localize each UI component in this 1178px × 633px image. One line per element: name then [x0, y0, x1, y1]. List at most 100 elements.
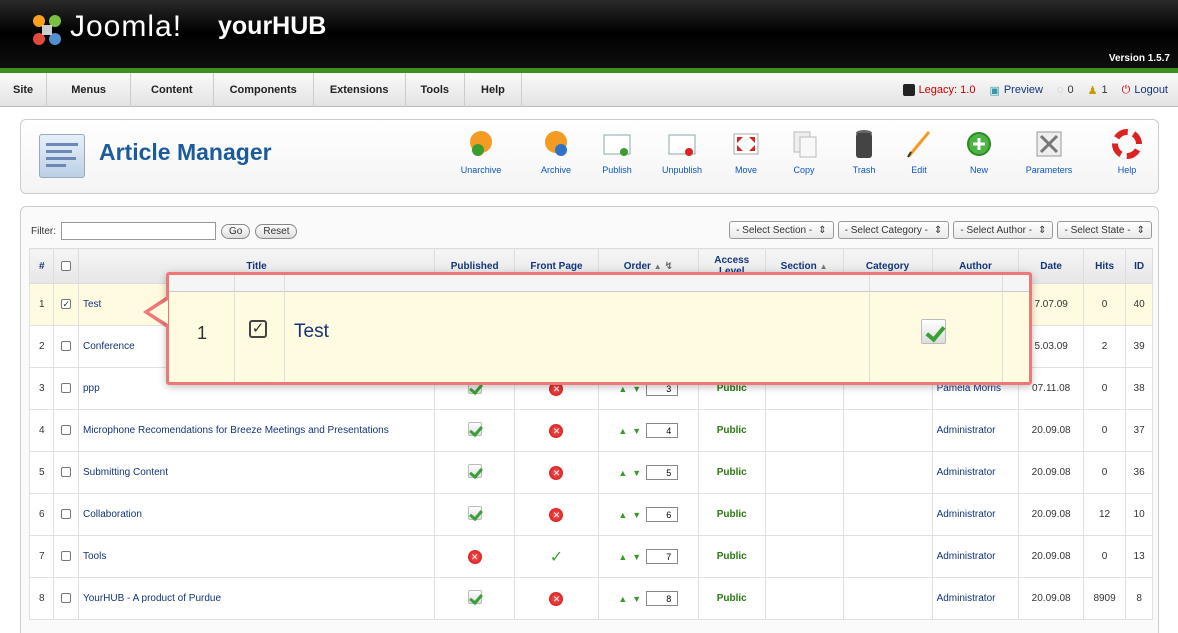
row-checkbox[interactable]	[61, 593, 72, 604]
author-link[interactable]: Administrator	[931, 577, 1020, 620]
access-link[interactable]: Public	[697, 451, 766, 494]
move-down-icon[interactable]: ▼	[632, 510, 641, 520]
menu-tools[interactable]: Tools	[406, 72, 466, 107]
published-icon[interactable]	[467, 590, 482, 604]
order-input[interactable]	[646, 423, 679, 438]
unpublished-icon[interactable]: ✕	[549, 465, 564, 480]
article-title-link[interactable]: Submitting Content	[77, 451, 436, 494]
menu-site[interactable]: Site	[0, 72, 48, 107]
menu-content[interactable]: Content	[131, 72, 214, 107]
unpublished-icon[interactable]: ✕	[549, 507, 564, 522]
author-link[interactable]: Administrator	[931, 409, 1020, 452]
filter-bar: Filter: Go Reset	[31, 221, 298, 241]
access-link[interactable]: Public	[697, 493, 766, 536]
col-hits[interactable]: Hits	[1082, 248, 1127, 284]
author-link[interactable]: Administrator	[931, 493, 1020, 536]
move-up-icon[interactable]: ▲	[618, 594, 627, 604]
unpublished-icon[interactable]: ✕	[549, 591, 564, 606]
published-icon[interactable]	[467, 464, 482, 478]
article-manager-icon	[39, 134, 85, 178]
trash-button[interactable]: Trash	[836, 128, 892, 175]
article-title-link[interactable]: Tools	[77, 535, 436, 578]
unpublish-icon	[666, 128, 698, 160]
author-link[interactable]: Administrator	[931, 535, 1020, 578]
table-row: 8 YourHUB - A product of Purdue ✕ ▲▼ Pub…	[28, 577, 1153, 620]
version-label: Version 1.5.7	[1108, 53, 1170, 64]
move-up-icon[interactable]: ▲	[618, 552, 627, 562]
menu-menus[interactable]: Menus	[47, 72, 132, 107]
move-down-icon[interactable]: ▼	[632, 468, 641, 478]
row-checkbox[interactable]	[61, 551, 72, 562]
filter-input[interactable]	[61, 222, 216, 240]
select-category[interactable]: - Select Category - ⇕	[837, 221, 950, 239]
move-down-icon[interactable]: ▼	[632, 552, 641, 562]
new-icon	[963, 128, 995, 160]
row-checkbox[interactable]	[61, 509, 72, 520]
author-link[interactable]: Administrator	[931, 451, 1020, 494]
article-title-link[interactable]: Collaboration	[77, 493, 436, 536]
save-order-icon[interactable]: ↯	[664, 261, 672, 272]
messages-count[interactable]: ◌ 0	[1057, 84, 1074, 96]
move-button[interactable]: Move	[718, 128, 774, 175]
archive-icon	[540, 128, 572, 160]
access-link[interactable]: Public	[697, 409, 766, 452]
access-link[interactable]: Public	[697, 535, 766, 578]
copy-button[interactable]: Copy	[776, 128, 832, 175]
menu-help[interactable]: Help	[465, 72, 522, 107]
publish-button[interactable]: Publish	[589, 128, 645, 175]
page-title: Article Manager	[99, 139, 272, 165]
users-count[interactable]: ♟ 1	[1088, 84, 1108, 97]
order-input[interactable]	[646, 549, 679, 564]
preview-icon: ▣	[989, 84, 1000, 97]
menu-components[interactable]: Components	[214, 72, 314, 107]
move-down-icon[interactable]: ▼	[632, 384, 641, 394]
legacy-icon	[902, 84, 915, 96]
new-button[interactable]: New	[951, 128, 1007, 175]
row-checkbox[interactable]: ✓	[61, 299, 72, 310]
row-checkbox[interactable]	[61, 425, 72, 436]
preview-link[interactable]: ▣ Preview	[989, 84, 1043, 97]
move-down-icon[interactable]: ▼	[632, 426, 641, 436]
order-input[interactable]	[646, 591, 679, 606]
access-link[interactable]: Public	[697, 577, 766, 620]
sort-asc-icon: ▲	[653, 261, 662, 271]
select-state[interactable]: - Select State - ⇕	[1057, 221, 1152, 239]
filter-selects: - Select Section - ⇕ - Select Category - ⇕…	[729, 221, 1152, 239]
frontpage-tick-icon[interactable]: ✓	[550, 549, 563, 566]
logout-link[interactable]: ⏻ Logout	[1122, 84, 1168, 97]
parameters-button[interactable]: Parameters	[1021, 128, 1077, 175]
unpublished-icon[interactable]: ✕	[549, 423, 564, 438]
zoom-article-title: Test	[294, 321, 329, 342]
unpublished-icon[interactable]: ✕	[467, 549, 482, 564]
order-input[interactable]	[646, 507, 679, 522]
go-button[interactable]: Go	[221, 223, 251, 239]
article-title-link[interactable]: YourHUB - A product of Purdue	[77, 577, 436, 620]
col-checkall[interactable]	[53, 248, 79, 284]
row-checkbox[interactable]	[61, 383, 72, 394]
col-id[interactable]: ID	[1125, 248, 1153, 284]
status-bar: Legacy: 1.0 ▣ Preview ◌ 0 ♟ 1 ⏻ Logout	[902, 73, 1178, 107]
published-icon[interactable]	[467, 422, 482, 436]
archive-button[interactable]: Archive	[528, 128, 584, 175]
move-up-icon[interactable]: ▲	[618, 468, 627, 478]
article-title-link[interactable]: Microphone Recomendations for Breeze Mee…	[77, 409, 436, 452]
help-button[interactable]: Help	[1099, 128, 1155, 175]
sort-asc-icon: ▲	[819, 261, 828, 271]
move-up-icon[interactable]: ▲	[618, 426, 627, 436]
unarchive-button[interactable]: Unarchive	[453, 128, 509, 175]
reset-button[interactable]: Reset	[255, 223, 298, 239]
move-up-icon[interactable]: ▲	[618, 384, 627, 394]
unpublish-button[interactable]: Unpublish	[654, 128, 710, 175]
row-checkbox[interactable]	[61, 467, 72, 478]
move-up-icon[interactable]: ▲	[618, 510, 627, 520]
menu-extensions[interactable]: Extensions	[314, 72, 406, 107]
check-all-checkbox[interactable]	[61, 260, 72, 271]
move-down-icon[interactable]: ▼	[632, 594, 641, 604]
order-input[interactable]	[646, 465, 679, 480]
row-checkbox[interactable]	[61, 341, 72, 352]
select-section[interactable]: - Select Section - ⇕	[729, 221, 834, 239]
table-row: 4 Microphone Recomendations for Breeze M…	[28, 409, 1153, 452]
select-author[interactable]: - Select Author - ⇕	[953, 221, 1054, 239]
published-icon[interactable]	[467, 506, 482, 520]
edit-button[interactable]: Edit	[891, 128, 947, 175]
